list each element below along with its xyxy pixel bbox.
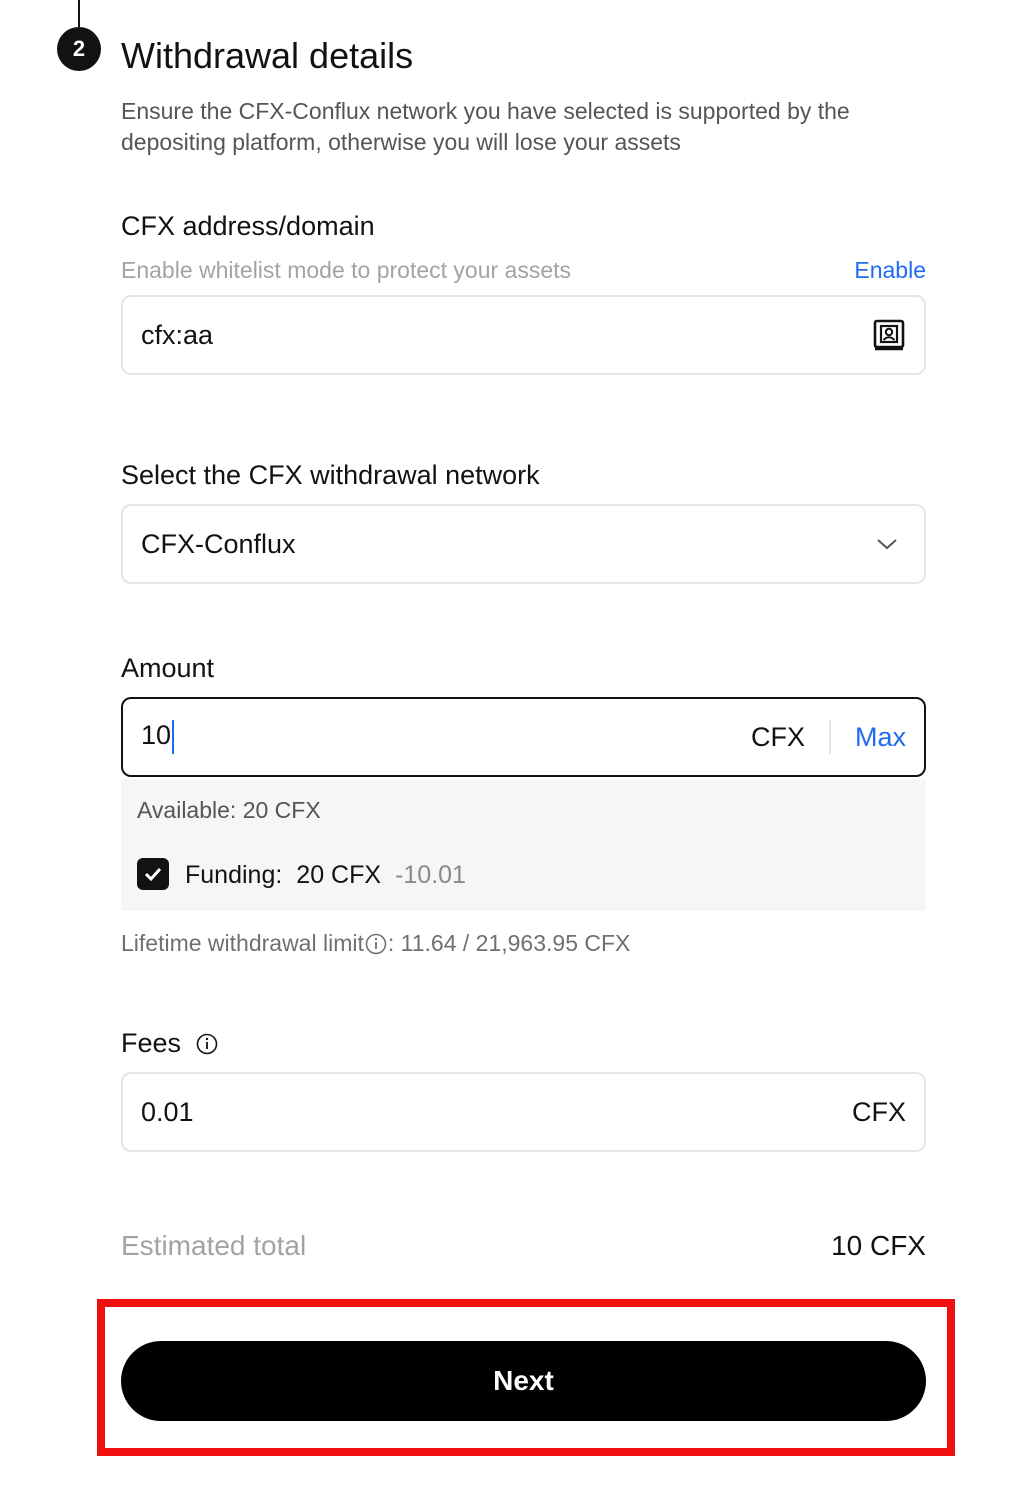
- limit-label: Lifetime withdrawal limit: [121, 930, 364, 956]
- funding-label: Funding:: [185, 861, 283, 889]
- fees-label-row: Fees: [121, 1028, 219, 1059]
- fees-info-icon[interactable]: [195, 1032, 219, 1056]
- available-balance-panel: Available: 20 CFX Funding: 20 CFX -10.01: [121, 779, 926, 911]
- step-number-badge: 2: [57, 27, 101, 71]
- amount-unit: CFX: [750, 721, 805, 752]
- fees-unit: CFX: [852, 1096, 906, 1127]
- withdrawal-limit-row: Lifetime withdrawal limit : 11.64 / 21,9…: [121, 930, 630, 957]
- estimated-total-label: Estimated total: [121, 1230, 307, 1261]
- address-book-icon[interactable]: [872, 318, 906, 352]
- fees-value: 0.01: [141, 1096, 194, 1127]
- amount-label: Amount: [121, 653, 215, 683]
- chevron-down-icon: [874, 531, 900, 557]
- fees-field: 0.01 CFX: [121, 1072, 926, 1152]
- next-button[interactable]: Next: [121, 1341, 926, 1421]
- fees-label: Fees: [121, 1028, 182, 1058]
- checkmark-icon: [144, 867, 162, 882]
- step-connector-line: [78, 0, 80, 30]
- amount-value: 10: [141, 720, 751, 754]
- funding-value: 20 CFX: [296, 861, 382, 889]
- limit-value: : 11.64 / 21,963.95 CFX: [387, 930, 631, 956]
- whitelist-hint: Enable whitelist mode to protect your as…: [121, 257, 572, 283]
- enable-whitelist-link[interactable]: Enable: [854, 257, 926, 284]
- estimated-total-value: 10 CFX: [831, 1230, 926, 1261]
- funding-delta: -10.01: [395, 861, 466, 889]
- amount-divider: [828, 720, 831, 754]
- network-label: Select the CFX withdrawal network: [121, 460, 540, 490]
- section-title: Withdrawal details: [121, 35, 414, 76]
- withdrawal-details-page: 2 Withdrawal details Ensure the CFX-Conf…: [0, 0, 1030, 1485]
- address-value: cfx:aa: [141, 319, 214, 350]
- available-balance: Available: 20 CFX: [137, 797, 321, 823]
- funding-checkbox[interactable]: [137, 858, 169, 890]
- amount-input[interactable]: 10 CFX Max: [121, 697, 926, 777]
- address-input[interactable]: cfx:aa: [121, 295, 926, 375]
- max-button[interactable]: Max: [855, 722, 906, 753]
- info-icon[interactable]: [364, 932, 388, 956]
- network-select[interactable]: CFX-Conflux: [121, 504, 926, 584]
- network-warning-text: Ensure the CFX-Conflux network you have …: [121, 98, 850, 155]
- funding-row: Funding: 20 CFX -10.01: [185, 861, 466, 890]
- network-selected-value: CFX-Conflux: [141, 528, 296, 559]
- address-label: CFX address/domain: [121, 211, 375, 241]
